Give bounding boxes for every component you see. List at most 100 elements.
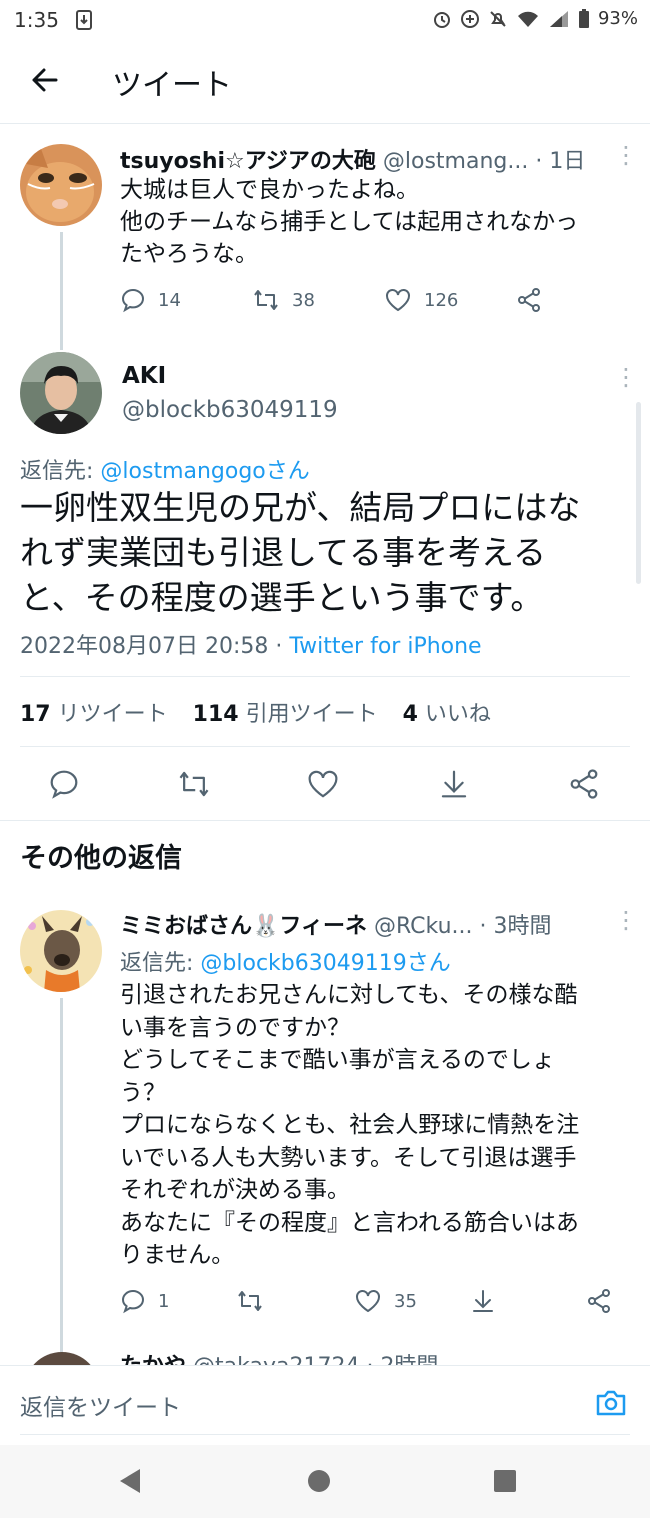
download-arrow-icon (473, 1290, 493, 1312)
divider (20, 676, 630, 677)
reply-compose-bar: 返信をツイート (0, 1365, 650, 1445)
tweet-text-line: 一卵性双生児の兄が、結局プロにはな (20, 488, 581, 527)
tweet-text-line: と、その程度の選手という事です。 (20, 578, 544, 617)
retweet-icon (254, 290, 278, 310)
share-icon (588, 1289, 610, 1313)
bookmark-button[interactable] (438, 768, 470, 800)
download-arrow-icon (441, 770, 467, 798)
more-options-icon[interactable]: ⋮ (614, 908, 638, 932)
tweet-author-line: tsuyoshi☆アジアの大砲 @lostmang... · 1日 (120, 143, 585, 175)
author-name[interactable]: tsuyoshi☆アジアの大砲 (120, 149, 376, 174)
reply-mention-link[interactable]: @blockb63049119さん (200, 951, 450, 976)
tweet-text-line: あなたに『その程度』と言われる筋合いはあ (120, 1209, 579, 1236)
author-name[interactable]: ミミおばさん🐰フィーネ (120, 914, 367, 939)
square-recents-icon (494, 1470, 516, 1492)
nav-back-button[interactable] (116, 1467, 142, 1499)
person-avatar-icon (20, 352, 102, 434)
share-icon (518, 288, 540, 312)
reply-to-prefix: 返信先: (20, 459, 101, 484)
tweet-actions: 1 35 (0, 1288, 650, 1318)
reply-icon (121, 288, 145, 313)
camera-icon (596, 1390, 626, 1416)
reply-count: 1 (158, 1290, 170, 1312)
author-name[interactable]: AKI (122, 363, 166, 389)
likes-stat[interactable]: 4 いいね (403, 702, 491, 727)
tweet-text-line: どうしてそこまで酷い事が言えるのでしょ (120, 1047, 555, 1073)
retweet-label: リツイート (57, 702, 168, 727)
heart-icon (308, 770, 338, 798)
like-button[interactable]: 126 (384, 287, 458, 313)
tweet-text-line: 大城は巨人で良かったよね。 (120, 177, 419, 203)
tweet-text-line: れず実業団も引退してる事を考える (20, 533, 547, 572)
tweet-text-line: いでいる人も大勢います。そして引退は選手 (120, 1144, 577, 1171)
tweet-text: 一卵性双生児の兄が、結局プロにはな れず実業団も引退してる事を考える と、その程… (20, 485, 632, 620)
tweet-time: · 1日 (535, 149, 586, 174)
camera-button[interactable] (594, 1386, 628, 1420)
tweet-text: 引退されたお兄さんに対しても、その様な酷 い事を言うのですか？ どうしてそこまで… (120, 979, 632, 1272)
reply-button[interactable]: 1 (120, 1288, 169, 1314)
reply-icon (50, 770, 78, 799)
like-total: 4 (402, 702, 418, 727)
retweet-button[interactable] (236, 1288, 264, 1314)
reply-button[interactable]: 14 (120, 287, 181, 313)
share-button[interactable] (516, 287, 542, 313)
retweet-total: 17 (20, 702, 51, 727)
signal-icon (549, 10, 568, 27)
reply-mention-link[interactable]: @lostmangogoさん (100, 459, 309, 484)
battery-icon (578, 8, 589, 28)
status-time: 1:35 (14, 8, 59, 32)
tweet-text-line: 引退されたお兄さんに対しても、その様な酷 (120, 982, 578, 1008)
like-count: 126 (424, 289, 459, 311)
avatar[interactable] (20, 910, 102, 992)
alarm-icon (433, 11, 450, 28)
tweet-author-line: たかや @takaya21724 · 2時間 (120, 1348, 438, 1366)
tweet-stats: 17 リツイート 114 引用ツイート 4 いいね (20, 696, 491, 728)
author-handle[interactable]: @RCku... (374, 914, 473, 939)
tweet-source-link[interactable]: Twitter for iPhone (289, 634, 481, 659)
author-handle[interactable]: @blockb63049119 (122, 397, 338, 423)
bookmark-button[interactable] (470, 1288, 496, 1314)
reply-input[interactable]: 返信をツイート (20, 1388, 181, 1422)
avatar[interactable] (20, 144, 102, 226)
nav-recents-button[interactable] (492, 1467, 518, 1499)
like-label: いいね (424, 702, 491, 727)
heart-icon (356, 1290, 380, 1313)
tweet-text-line: それぞれが決める事。 (120, 1177, 350, 1203)
retweet-count: 38 (292, 289, 315, 311)
retweet-button[interactable]: 38 (252, 287, 315, 313)
more-options-icon[interactable]: ⋮ (614, 143, 638, 167)
avatar[interactable] (20, 352, 102, 434)
scrollbar[interactable] (636, 402, 641, 584)
divider (20, 1434, 630, 1435)
more-options-icon[interactable]: ⋮ (614, 365, 638, 389)
arrow-left-icon (32, 68, 58, 92)
retweets-stat[interactable]: 17 リツイート (20, 702, 168, 727)
reply-to-prefix: 返信先: (120, 951, 201, 976)
quotes-stat[interactable]: 114 引用ツイート (193, 702, 378, 727)
retweet-icon (238, 1291, 262, 1311)
system-nav-bar (0, 1445, 650, 1518)
tweet-author-line: ミミおばさん🐰フィーネ @RCku... · 3時間 (120, 908, 552, 940)
tweet-time: · 3時間 (479, 914, 552, 939)
page-title: ツイート (112, 68, 232, 103)
reply-count: 14 (158, 289, 181, 311)
section-title: その他の返信 (20, 843, 182, 874)
battery-percent: 93% (597, 8, 638, 29)
like-button[interactable] (306, 768, 340, 800)
share-button[interactable] (568, 768, 600, 800)
retweet-icon (179, 771, 209, 797)
tweet-date: 2022年08月07日 20:58 · (20, 634, 290, 659)
cat-avatar-icon (20, 144, 102, 226)
tweet-text-line: い事を言うのですか？ (120, 1014, 350, 1041)
tweet-text-line: 他のチームなら捕手としては起用されなかっ (120, 209, 579, 235)
back-button[interactable] (22, 58, 66, 102)
reply-button[interactable] (48, 768, 80, 800)
author-handle[interactable]: @lostmang... (383, 149, 528, 174)
reply-to-label: 返信先: @blockb63049119さん (120, 945, 451, 977)
retweet-button[interactable] (176, 768, 212, 800)
tweet-timestamp: 2022年08月07日 20:58 · Twitter for iPhone (20, 628, 482, 660)
nav-home-button[interactable] (306, 1467, 332, 1499)
share-button[interactable] (586, 1288, 612, 1314)
heart-icon (386, 289, 410, 312)
like-button[interactable]: 35 (354, 1288, 417, 1314)
